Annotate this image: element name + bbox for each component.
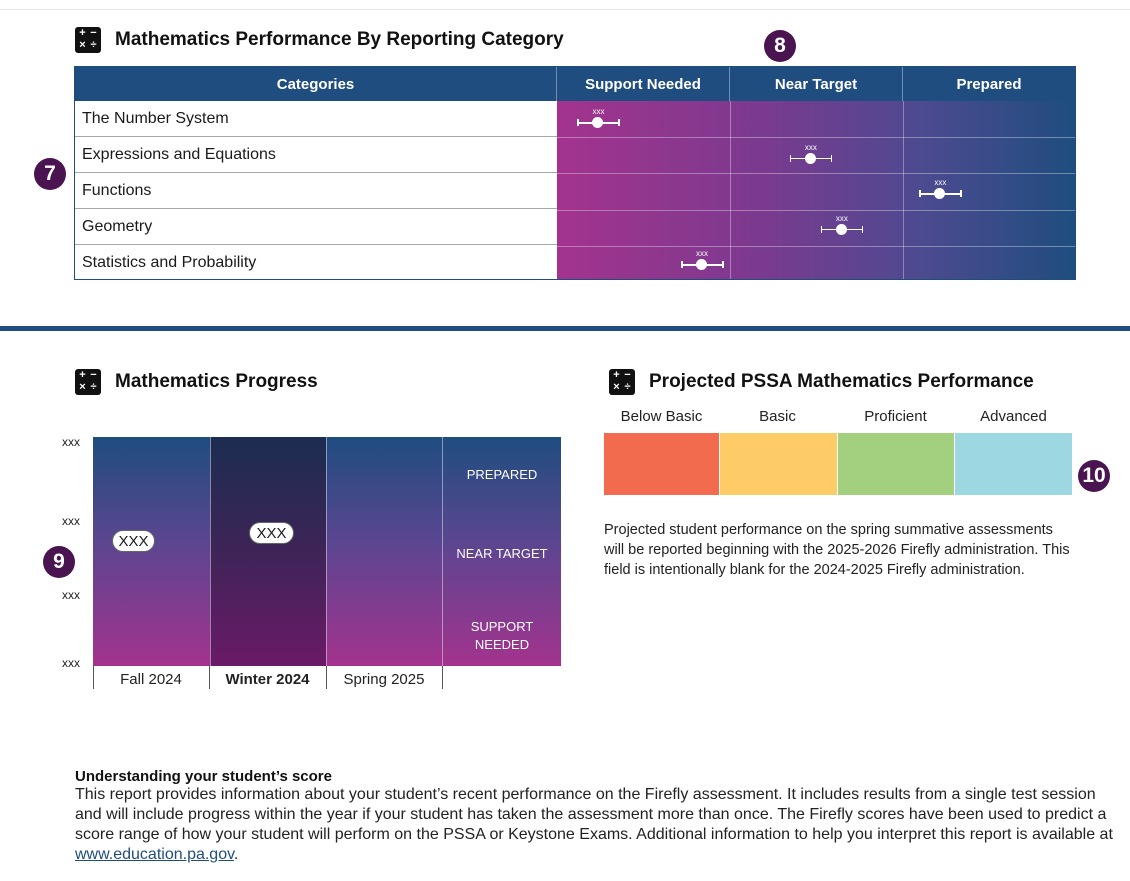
- marker-label: xxx: [592, 107, 605, 116]
- error-cap: [722, 261, 724, 269]
- callout-8: 8: [764, 30, 796, 62]
- score-dot: [835, 223, 847, 235]
- term-spring-label: Spring 2025: [343, 671, 425, 688]
- performance-marker: xxx: [575, 107, 621, 129]
- column-divider: [326, 437, 327, 666]
- header-support-needed: Support Needed: [557, 67, 730, 101]
- footer-text: This report provides information about y…: [75, 785, 1125, 865]
- performance-marker: xxx: [679, 249, 725, 271]
- winter-score-pill: XXX: [249, 522, 294, 544]
- band-label-advanced: Advanced: [980, 408, 1047, 425]
- level-near-target: NEAR TARGET: [456, 546, 548, 561]
- band-label-basic: Basic: [759, 408, 796, 425]
- x-axis-divider: [442, 666, 443, 689]
- marker-label: xxx: [696, 249, 709, 259]
- y-tick: xxx: [62, 588, 80, 602]
- pssa-section-title: + − × ÷ Projected PSSA Mathematics Performa…: [609, 369, 1034, 395]
- table-row: Geometry: [75, 209, 557, 245]
- category-rows: The Number System Expressions and Equati…: [75, 101, 557, 281]
- marker-label: xxx: [835, 213, 848, 223]
- error-cap: [618, 119, 620, 126]
- term-winter-label: Winter 2024: [225, 671, 310, 688]
- band-basic: [720, 433, 838, 495]
- marker-label: xxx: [804, 142, 817, 152]
- category-title-text: Mathematics Performance By Reporting Cat…: [115, 29, 564, 50]
- progress-chart: PREPARED NEAR TARGET SUPPORT NEEDED XXX …: [93, 437, 561, 666]
- category-table-header: Categories Support Needed Near Target Pr…: [75, 67, 1075, 101]
- category-label: Expressions and Equations: [82, 145, 276, 163]
- header-prepared: Prepared: [956, 75, 1022, 93]
- category-label: Geometry: [82, 217, 153, 235]
- performance-gradient: xxx xxx xxx xxx xxx: [557, 101, 1075, 279]
- footer-title: Understanding your student’s score: [75, 768, 332, 785]
- section-divider: [0, 326, 1130, 331]
- error-cap: [830, 154, 833, 162]
- band-label-proficient: Proficient: [864, 408, 927, 425]
- category-section-title: + − × ÷ Mathematics Performance By Reportin…: [75, 27, 564, 53]
- level-prepared: PREPARED: [466, 467, 538, 482]
- table-row: Functions: [75, 173, 557, 209]
- score-dot: [804, 152, 816, 164]
- performance-marker: xxx: [917, 178, 963, 200]
- fall-score-pill: XXX: [112, 530, 155, 552]
- error-cap: [861, 225, 864, 233]
- pssa-note: Projected student performance on the spr…: [604, 522, 1070, 578]
- footer-suffix: .: [233, 846, 239, 863]
- column-divider: [210, 437, 211, 666]
- row-divider: [557, 173, 1075, 174]
- band-below-basic: [604, 433, 720, 495]
- calculator-icon: + − × ÷: [75, 369, 101, 395]
- row-divider: [557, 137, 1075, 138]
- progress-section-title: + − × ÷ Mathematics Progress: [75, 369, 318, 395]
- band-proficient: [838, 433, 955, 495]
- category-label: Functions: [82, 181, 152, 199]
- error-cap: [789, 154, 792, 162]
- winter-column-highlight: [210, 437, 326, 666]
- error-cap: [960, 190, 962, 198]
- error-cap: [820, 225, 823, 233]
- term-fall-label: Fall 2024: [120, 671, 182, 688]
- row-divider: [557, 210, 1075, 211]
- table-row: Expressions and Equations: [75, 137, 557, 173]
- header-categories: Categories: [75, 67, 557, 101]
- calculator-icon: + − × ÷: [75, 27, 101, 53]
- band-label-below-basic: Below Basic: [620, 408, 703, 425]
- score-dot: [934, 188, 946, 200]
- error-cap: [577, 119, 579, 126]
- callout-7: 7: [34, 158, 66, 190]
- column-divider: [903, 101, 904, 279]
- calculator-icon: + − × ÷: [609, 369, 635, 395]
- category-label: Statistics and Probability: [82, 254, 257, 271]
- category-table: Categories Support Needed Near Target Pr…: [74, 66, 1076, 280]
- education-link[interactable]: www.education.pa.gov: [75, 846, 234, 863]
- footer-body: This report provides information about y…: [75, 786, 1113, 843]
- progress-title-text: Mathematics Progress: [115, 371, 318, 392]
- callout-10: 10: [1078, 460, 1110, 492]
- table-row: Statistics and Probability: [75, 245, 557, 281]
- marker-label: xxx: [934, 178, 947, 188]
- header-near-target: Near Target: [730, 67, 903, 101]
- pssa-title-text: Projected PSSA Mathematics Performance: [649, 371, 1034, 392]
- column-divider: [730, 101, 731, 279]
- y-tick: xxx: [62, 514, 80, 528]
- error-cap: [919, 190, 921, 198]
- y-tick: xxx: [62, 435, 80, 449]
- score-dot: [696, 259, 708, 271]
- band-advanced: [955, 433, 1072, 495]
- callout-9: 9: [43, 546, 75, 578]
- row-divider: [557, 246, 1075, 247]
- y-tick: xxx: [62, 656, 80, 670]
- performance-marker: xxx: [788, 143, 834, 165]
- performance-marker: xxx: [819, 214, 865, 236]
- category-label: The Number System: [82, 109, 229, 127]
- error-cap: [681, 261, 683, 269]
- level-support-needed: SUPPORT NEEDED: [470, 619, 534, 652]
- score-dot: [592, 117, 604, 128]
- table-row: The Number System: [75, 101, 557, 137]
